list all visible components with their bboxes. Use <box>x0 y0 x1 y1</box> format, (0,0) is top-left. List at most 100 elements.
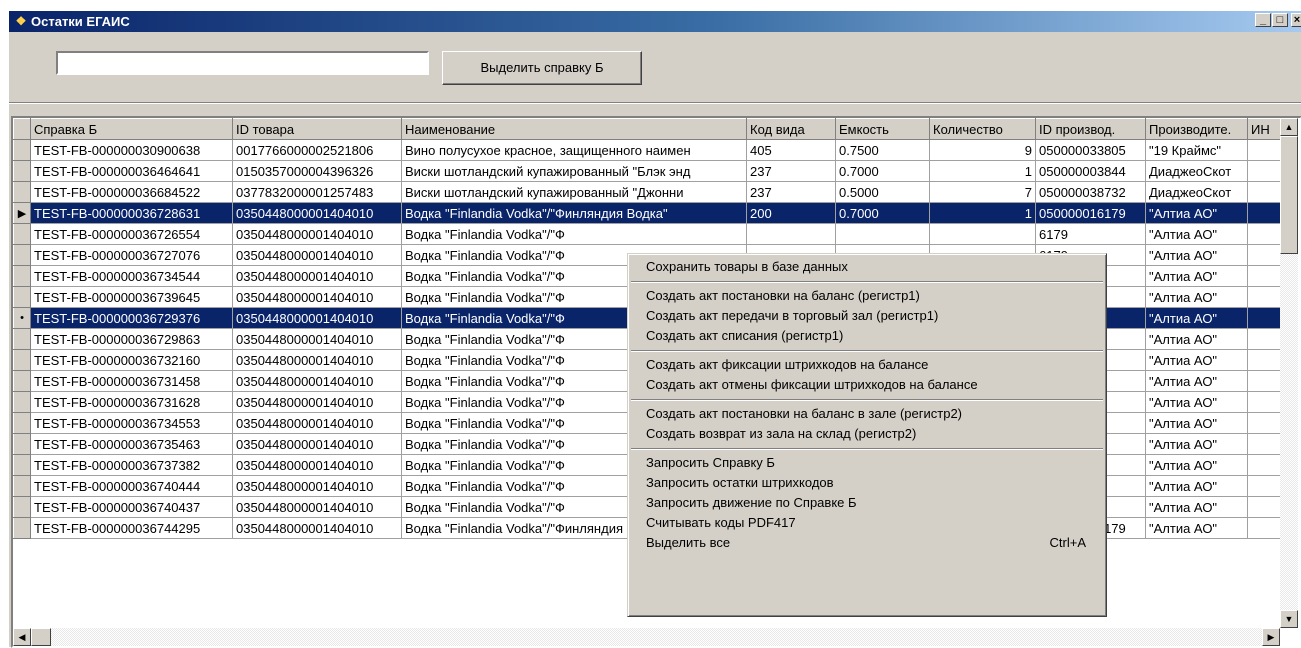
column-header[interactable]: Наименование <box>401 118 747 140</box>
row-indicator[interactable] <box>13 265 31 287</box>
table-cell[interactable]: TEST-FB-000000036464641 <box>30 160 233 182</box>
table-cell[interactable]: ДиаджеоСкот <box>1145 181 1248 203</box>
row-indicator[interactable] <box>13 328 31 350</box>
table-cell[interactable]: "Алтиа АО" <box>1145 412 1248 434</box>
table-cell[interactable] <box>1247 475 1281 497</box>
menu-item[interactable]: Сохранить товары в базе данных <box>630 257 1104 277</box>
table-cell[interactable]: TEST-FB-000000036735463 <box>30 433 233 455</box>
row-indicator[interactable] <box>13 475 31 497</box>
menu-item[interactable]: Создать акт передачи в торговый зал (рег… <box>630 306 1104 326</box>
table-cell[interactable] <box>1247 307 1281 329</box>
table-cell[interactable]: "Алтиа АО" <box>1145 433 1248 455</box>
menu-item[interactable]: Создать акт отмены фиксации штрихкодов н… <box>630 375 1104 395</box>
scroll-left-icon[interactable]: ◀ <box>13 628 31 646</box>
table-cell[interactable]: 0350448000001404010 <box>232 328 402 350</box>
table-cell[interactable]: Виски шотландский купажированный "Блэк э… <box>401 160 747 182</box>
row-indicator[interactable] <box>13 517 31 539</box>
row-indicator[interactable] <box>13 223 31 245</box>
select-certificate-b-button[interactable]: Выделить справку Б <box>442 51 642 85</box>
table-cell[interactable]: 9 <box>929 139 1036 161</box>
table-cell[interactable] <box>1247 223 1281 245</box>
horizontal-scrollbar[interactable]: ◀ ▶ <box>13 628 1280 646</box>
table-cell[interactable]: Водка "Finlandia Vodka"/"Финляндия Водка… <box>401 202 747 224</box>
table-cell[interactable]: "19 Краймс" <box>1145 139 1248 161</box>
table-cell[interactable]: TEST-FB-000000036731458 <box>30 370 233 392</box>
row-indicator[interactable] <box>13 349 31 371</box>
row-indicator[interactable] <box>13 496 31 518</box>
table-cell[interactable]: 1 <box>929 202 1036 224</box>
table-cell[interactable]: 050000038732 <box>1035 181 1146 203</box>
scroll-down-icon[interactable]: ▼ <box>1280 610 1298 628</box>
menu-item[interactable]: Создать возврат из зала на склад (регист… <box>630 424 1104 444</box>
table-cell[interactable]: TEST-FB-000000036728631 <box>30 202 233 224</box>
table-cell[interactable] <box>1247 496 1281 518</box>
table-cell[interactable]: 237 <box>746 160 836 182</box>
table-cell[interactable] <box>1247 349 1281 371</box>
table-cell[interactable]: "Алтиа АО" <box>1145 475 1248 497</box>
table-cell[interactable] <box>1247 181 1281 203</box>
row-indicator[interactable] <box>13 139 31 161</box>
table-cell[interactable]: "Алтиа АО" <box>1145 370 1248 392</box>
table-cell[interactable] <box>1247 202 1281 224</box>
table-row[interactable]: TEST-FB-000000030900638 00177660000025218… <box>13 139 1281 161</box>
table-cell[interactable]: 405 <box>746 139 836 161</box>
row-indicator[interactable] <box>13 412 31 434</box>
table-cell[interactable]: 200 <box>746 202 836 224</box>
row-indicator[interactable] <box>13 160 31 182</box>
column-header[interactable]: Емкость <box>835 118 930 140</box>
column-header[interactable]: ID товара <box>232 118 402 140</box>
minimize-button[interactable]: _ <box>1255 13 1271 27</box>
table-cell[interactable]: ДиаджеоСкот <box>1145 160 1248 182</box>
table-cell[interactable]: Водка "Finlandia Vodka"/"Ф <box>401 223 747 245</box>
table-cell[interactable]: "Алтиа АО" <box>1145 328 1248 350</box>
table-cell[interactable]: 6179 <box>1035 223 1146 245</box>
row-indicator-header[interactable] <box>13 118 31 140</box>
table-cell[interactable]: 0350448000001404010 <box>232 349 402 371</box>
column-header[interactable]: Справка Б <box>30 118 233 140</box>
table-cell[interactable]: TEST-FB-000000036727076 <box>30 244 233 266</box>
table-cell[interactable]: 050000003844 <box>1035 160 1146 182</box>
table-cell[interactable]: "Алтиа АО" <box>1145 307 1248 329</box>
table-cell[interactable]: TEST-FB-000000030900638 <box>30 139 233 161</box>
row-indicator[interactable] <box>13 286 31 308</box>
table-cell[interactable]: 0350448000001404010 <box>232 265 402 287</box>
table-cell[interactable]: 0350448000001404010 <box>232 391 402 413</box>
scroll-up-icon[interactable]: ▲ <box>1280 118 1298 136</box>
vertical-scrollbar[interactable]: ▲ ▼ <box>1280 118 1298 628</box>
table-cell[interactable] <box>1247 391 1281 413</box>
table-cell[interactable] <box>1247 244 1281 266</box>
table-cell[interactable]: "Алтиа АО" <box>1145 454 1248 476</box>
table-cell[interactable]: "Алтиа АО" <box>1145 349 1248 371</box>
horizontal-scroll-thumb[interactable] <box>31 628 51 646</box>
row-indicator[interactable]: ▶ <box>13 202 31 224</box>
table-cell[interactable]: "Алтиа АО" <box>1145 202 1248 224</box>
table-cell[interactable]: "Алтиа АО" <box>1145 391 1248 413</box>
table-cell[interactable]: TEST-FB-000000036726554 <box>30 223 233 245</box>
column-header[interactable]: ID производ. <box>1035 118 1146 140</box>
table-cell[interactable]: 7 <box>929 181 1036 203</box>
table-cell[interactable] <box>1247 517 1281 539</box>
row-indicator[interactable]: • <box>13 307 31 329</box>
table-cell[interactable]: 0.5000 <box>835 181 930 203</box>
table-cell[interactable]: "Алтиа АО" <box>1145 517 1248 539</box>
table-cell[interactable]: 0350448000001404010 <box>232 454 402 476</box>
table-cell[interactable]: 0350448000001404010 <box>232 244 402 266</box>
table-cell[interactable]: 0350448000001404010 <box>232 202 402 224</box>
table-cell[interactable]: "Алтиа АО" <box>1145 244 1248 266</box>
table-cell[interactable]: TEST-FB-000000036740444 <box>30 475 233 497</box>
column-header[interactable]: ИН <box>1247 118 1281 140</box>
table-row[interactable]: TEST-FB-000000036726554 03504480000014040… <box>13 223 1281 245</box>
table-cell[interactable] <box>1247 370 1281 392</box>
close-button[interactable]: × <box>1291 13 1301 27</box>
column-header[interactable]: Код вида <box>746 118 836 140</box>
row-indicator[interactable] <box>13 244 31 266</box>
table-cell[interactable]: TEST-FB-000000036740437 <box>30 496 233 518</box>
table-cell[interactable] <box>1247 139 1281 161</box>
row-indicator[interactable] <box>13 181 31 203</box>
table-cell[interactable] <box>929 223 1036 245</box>
table-cell[interactable]: 0.7000 <box>835 160 930 182</box>
menu-item[interactable]: Создать акт фиксации штрихкодов на балан… <box>630 355 1104 375</box>
table-cell[interactable]: 0350448000001404010 <box>232 286 402 308</box>
vertical-scroll-thumb[interactable] <box>1280 136 1298 254</box>
table-cell[interactable] <box>1247 433 1281 455</box>
